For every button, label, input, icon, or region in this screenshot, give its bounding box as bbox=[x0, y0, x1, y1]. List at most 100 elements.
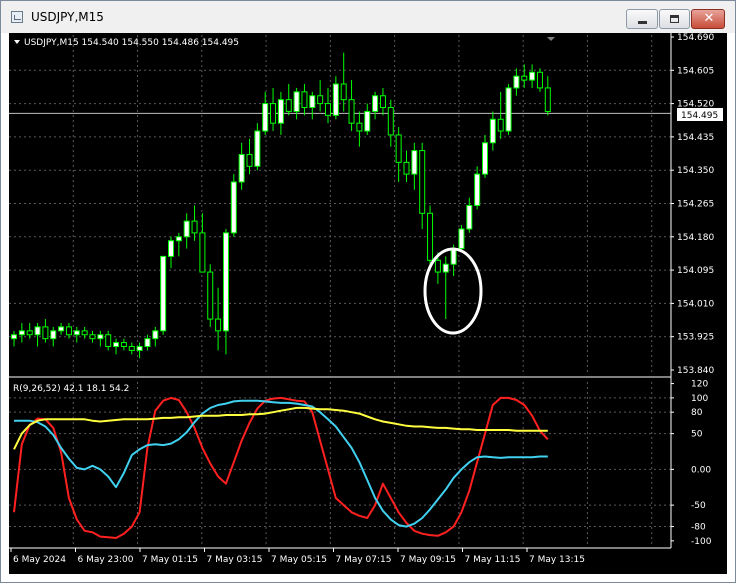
candle-body bbox=[270, 103, 277, 124]
price-tick-label: 154.265 bbox=[677, 200, 714, 210]
candle-body bbox=[474, 173, 481, 206]
candle-body bbox=[113, 342, 120, 347]
candle-body bbox=[277, 99, 284, 124]
chart-window: USDJPY,M15 ✕ 154.690 154.605 154.520 154.43… bbox=[0, 0, 736, 583]
indicator-tick-label: 50 bbox=[691, 430, 703, 440]
candle-body bbox=[262, 103, 269, 132]
candle-body bbox=[482, 142, 488, 175]
candle-body bbox=[183, 220, 190, 238]
time-tick-label: 7 May 11:15 bbox=[465, 555, 521, 565]
candle-body bbox=[505, 87, 512, 132]
candle-body bbox=[348, 99, 355, 124]
indicator-label: R(9,26,52) 42.1 18.1 54.2 bbox=[13, 384, 129, 394]
candle-body bbox=[419, 150, 426, 214]
candle-body bbox=[497, 118, 504, 132]
candle-body bbox=[65, 326, 72, 336]
time-tick-label: 6 May 2024 bbox=[13, 555, 66, 565]
candle-body bbox=[387, 107, 394, 136]
candle-body bbox=[144, 338, 151, 347]
candle-body bbox=[364, 110, 371, 132]
candle-body bbox=[466, 204, 473, 230]
indicator-tick-label: 0.00 bbox=[691, 465, 711, 475]
window-title: USDJPY,M15 bbox=[31, 10, 104, 24]
close-button[interactable]: ✕ bbox=[691, 9, 725, 29]
candle-body bbox=[128, 345, 135, 351]
candle-body bbox=[450, 248, 457, 265]
current-price-label: 154.495 bbox=[681, 111, 718, 121]
price-tick-label: 154.095 bbox=[677, 266, 714, 276]
candle-body bbox=[152, 330, 159, 340]
candle-body bbox=[340, 83, 347, 101]
indicator-tick-label: -80 bbox=[691, 523, 706, 533]
price-tick-label: 154.350 bbox=[677, 166, 714, 176]
indicator-tick-label: -50 bbox=[691, 501, 706, 511]
candle-body bbox=[403, 161, 410, 175]
maximize-icon bbox=[670, 15, 679, 23]
chart-area[interactable]: 154.690 154.605 154.520 154.435 154.350 154.2… bbox=[9, 33, 727, 574]
candle-body bbox=[26, 330, 33, 336]
price-tick-label: 154.605 bbox=[677, 66, 714, 76]
candle-body bbox=[89, 334, 96, 340]
price-tick-label: 154.435 bbox=[677, 133, 714, 143]
indicator-tick-label: 80 bbox=[691, 408, 703, 418]
candle-body bbox=[105, 334, 112, 347]
candle-body bbox=[489, 118, 496, 144]
candle-body bbox=[191, 220, 198, 234]
maximize-button[interactable] bbox=[659, 9, 690, 29]
candle-body bbox=[293, 91, 300, 112]
candle-body bbox=[544, 87, 551, 112]
candle-body bbox=[230, 181, 237, 234]
indicator-tick-label: 120 bbox=[691, 380, 708, 390]
candle-body bbox=[411, 150, 418, 175]
candle-body bbox=[136, 345, 143, 351]
price-tick-label: 154.010 bbox=[677, 299, 714, 309]
indicator-tick-label: 100 bbox=[691, 394, 708, 404]
candle-body bbox=[325, 103, 331, 116]
candle-body bbox=[238, 154, 245, 183]
candle-body bbox=[395, 134, 402, 163]
candle-body bbox=[309, 95, 316, 109]
time-tick-label: 7 May 13:15 bbox=[529, 555, 585, 565]
candle-body bbox=[458, 228, 465, 250]
time-tick-label: 7 May 05:15 bbox=[271, 555, 327, 565]
candle-body bbox=[18, 330, 25, 336]
title-bar[interactable]: USDJPY,M15 ✕ bbox=[1, 1, 735, 33]
close-icon: ✕ bbox=[703, 11, 715, 26]
price-tick-label: 154.690 bbox=[677, 33, 714, 43]
time-tick-label: 6 May 23:00 bbox=[78, 555, 134, 565]
price-tick-label: 153.925 bbox=[677, 333, 714, 343]
time-tick-label: 7 May 07:15 bbox=[336, 555, 392, 565]
candle-body bbox=[207, 271, 214, 320]
candle-body bbox=[379, 95, 386, 109]
candle-body bbox=[442, 263, 449, 273]
candle-body bbox=[427, 212, 434, 261]
candle-body bbox=[120, 342, 127, 347]
minimize-button[interactable] bbox=[626, 9, 658, 29]
candle-body bbox=[199, 232, 206, 273]
candle-body bbox=[97, 334, 104, 340]
candle-body bbox=[521, 75, 528, 81]
symbol-info: USDJPY,M15 154.540 154.550 154.486 154.4… bbox=[24, 38, 239, 48]
chart-window-icon bbox=[11, 11, 23, 23]
candle-body bbox=[168, 240, 174, 257]
chart-canvas[interactable]: 154.690154.605154.520154.435154.350154.2… bbox=[9, 33, 727, 574]
candle-body bbox=[434, 259, 441, 273]
time-tick-label: 7 May 03:15 bbox=[207, 555, 263, 565]
candle-body bbox=[285, 99, 292, 112]
price-tick-label: 154.180 bbox=[677, 233, 714, 243]
candle-body bbox=[73, 330, 80, 336]
candle-body bbox=[50, 330, 57, 340]
candle-body bbox=[160, 255, 167, 332]
candle-body bbox=[536, 71, 543, 89]
indicator-tick-label: -100 bbox=[691, 537, 712, 547]
candle-body bbox=[356, 122, 363, 132]
time-tick-label: 7 May 09:15 bbox=[400, 555, 456, 565]
time-tick-label: 7 May 01:15 bbox=[142, 555, 198, 565]
minimize-icon bbox=[638, 21, 647, 24]
candle-body bbox=[301, 91, 308, 109]
candle-body bbox=[246, 154, 253, 167]
candle-body bbox=[81, 330, 88, 336]
candle-body bbox=[317, 95, 324, 105]
candle-body bbox=[175, 236, 182, 242]
candle-body bbox=[513, 75, 520, 89]
